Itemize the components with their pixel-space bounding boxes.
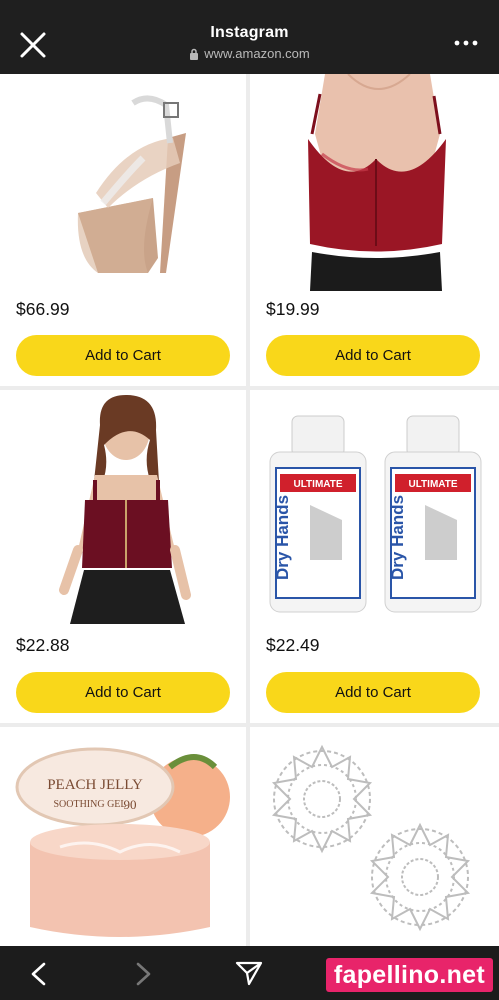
product-image-heel[interactable] (0, 74, 246, 291)
heel-illustration (77, 95, 186, 273)
watermark-logo: fapellino.net (325, 958, 493, 992)
product-image-dry-hands[interactable]: ULTIMATE Dry Hands ULTIMATE Dry Hands (250, 390, 499, 624)
rhinestone-illustration (271, 744, 471, 932)
header-titles: Instagram www.amazon.com (0, 24, 499, 65)
brand-text: Dry Hands (388, 495, 407, 580)
banner-text: ULTIMATE (408, 479, 457, 490)
product-price: $19.99 (266, 299, 320, 319)
product-price: $22.88 (16, 635, 70, 655)
send-icon[interactable] (235, 960, 263, 986)
jar-text-2: SOOTHING GEL (53, 799, 126, 810)
url-text: www.amazon.com (204, 46, 310, 61)
product-image-peach-jelly[interactable]: PEACH JELLY SOOTHING GEL 90 (0, 727, 246, 946)
page-title: Instagram (210, 24, 289, 41)
jar-text-1: PEACH JELLY (47, 777, 143, 793)
add-to-cart-button[interactable]: Add to Cart (16, 672, 230, 713)
chevron-right-icon[interactable] (132, 962, 154, 986)
product-grid: $66.99 Add to Cart $19.99 Add to Cart $2… (0, 74, 499, 946)
product-card[interactable]: PEACH JELLY SOOTHING GEL 90 (0, 727, 246, 946)
product-image-rhinestone[interactable] (250, 727, 499, 946)
bustier-illustration (59, 395, 191, 624)
peach-jelly-illustration: PEACH JELLY SOOTHING GEL 90 (15, 747, 230, 937)
url-display: www.amazon.com (189, 46, 310, 61)
product-card[interactable]: $66.99 Add to Cart (0, 74, 246, 386)
product-card[interactable] (250, 727, 499, 946)
red-top-illustration (250, 74, 499, 291)
product-card[interactable]: $19.99 Add to Cart (250, 74, 499, 386)
add-to-cart-button[interactable]: Add to Cart (266, 335, 480, 376)
product-image-bustier[interactable] (0, 390, 246, 624)
product-card[interactable]: $22.88 Add to Cart (0, 390, 246, 723)
banner-text: ULTIMATE (293, 479, 342, 490)
product-image-red-top[interactable] (250, 74, 499, 291)
dry-hands-illustration: ULTIMATE Dry Hands ULTIMATE Dry Hands (269, 415, 482, 613)
browser-footer: fapellino.net (0, 946, 499, 1000)
brand-text: Dry Hands (273, 495, 292, 580)
product-price: $22.49 (266, 635, 320, 655)
product-card[interactable]: ULTIMATE Dry Hands ULTIMATE Dry Hands $2… (250, 390, 499, 723)
browser-header: Instagram www.amazon.com (0, 0, 499, 74)
jar-text-3: 90 (124, 797, 137, 812)
lock-icon (190, 48, 199, 60)
add-to-cart-button[interactable]: Add to Cart (266, 672, 480, 713)
more-horizontal-icon[interactable] (453, 38, 479, 48)
chevron-left-icon[interactable] (28, 962, 50, 986)
product-price: $66.99 (16, 299, 70, 319)
add-to-cart-button[interactable]: Add to Cart (16, 335, 230, 376)
